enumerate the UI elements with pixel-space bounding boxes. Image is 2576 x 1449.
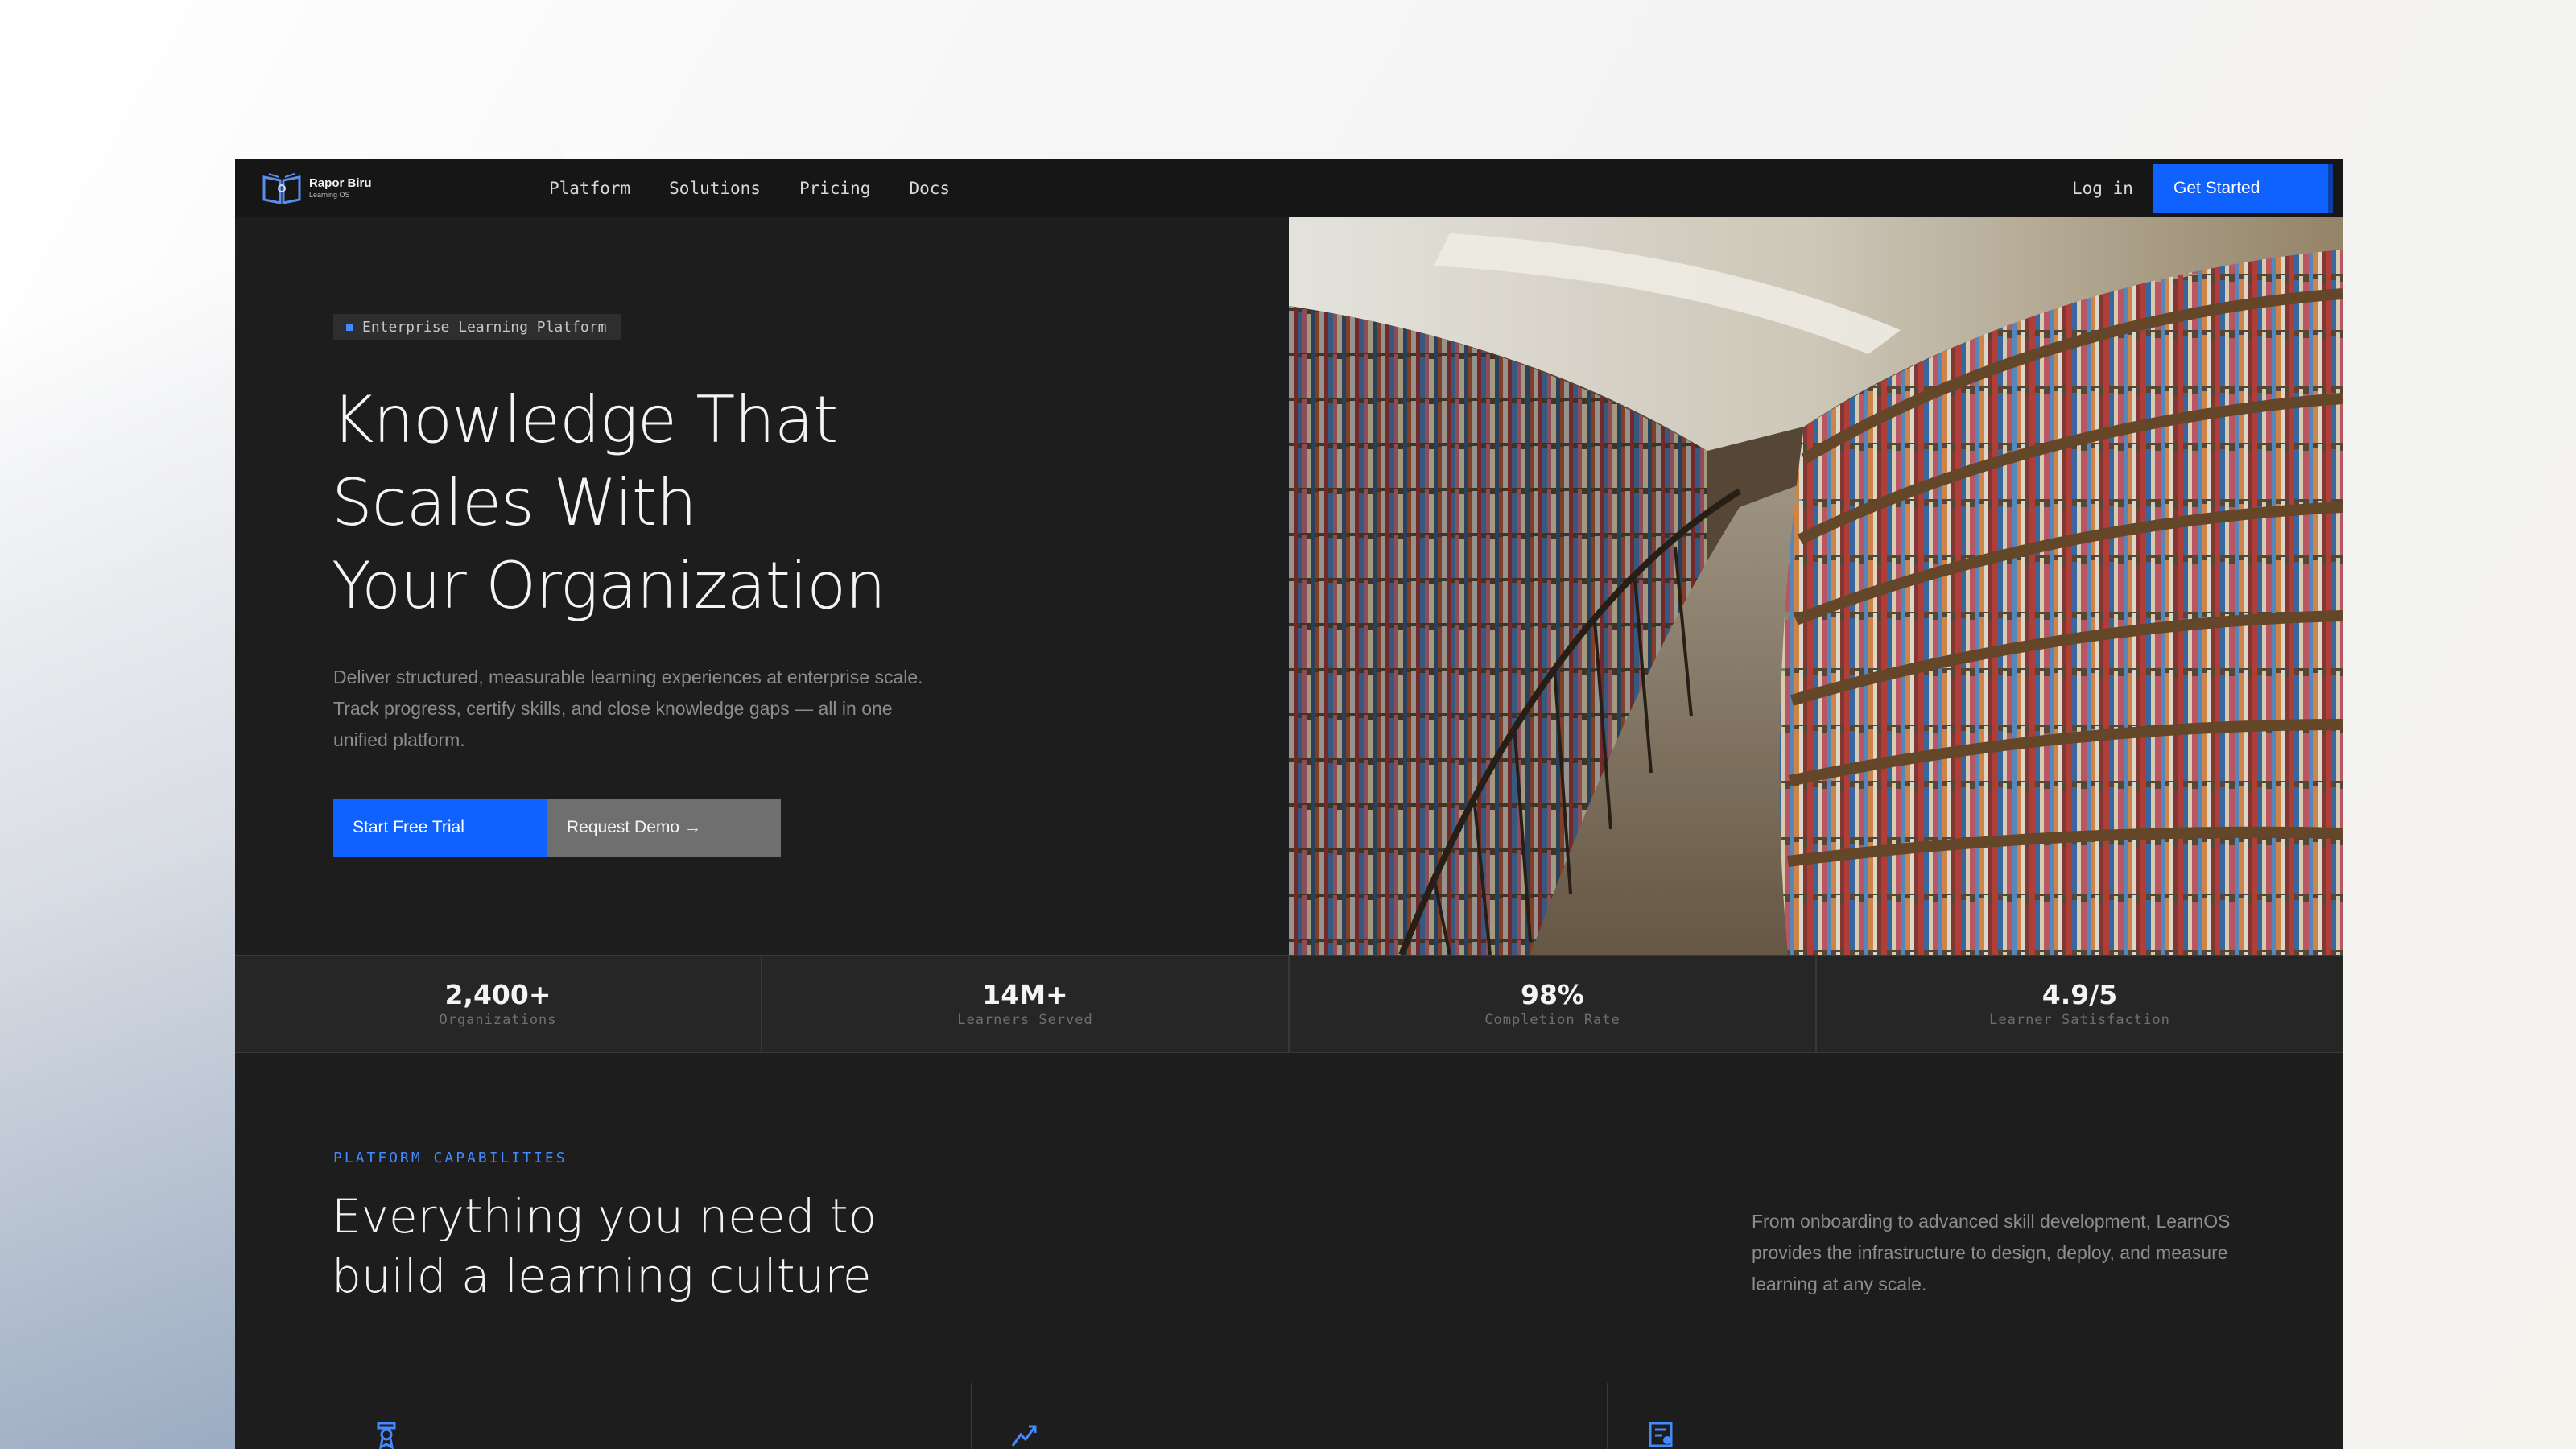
hero-headline-line-1: Knowledge That [332,382,838,457]
nav-links: Platform Solutions Pricing Docs [549,159,989,217]
login-link[interactable]: Log in [2072,159,2133,217]
nav-link-docs[interactable]: Docs [909,179,950,198]
nav-link-platform[interactable]: Platform [549,179,630,198]
get-started-button[interactable]: Get Started [2153,164,2333,213]
stat-label: Learner Satisfaction [1989,1012,2170,1028]
stat-value: 98% [1521,979,1584,1010]
stat-learner-satisfaction: 4.9/5 Learner Satisfaction [1817,956,2343,1052]
stat-organizations: 2,400+ Organizations [235,956,762,1052]
stat-value: 4.9/5 [2041,979,2118,1010]
feature-divider [971,1383,972,1449]
start-free-trial-button[interactable]: Start Free Trial [333,799,547,857]
stat-completion-rate: 98% Completion Rate [1290,956,1817,1052]
stat-label: Organizations [439,1012,557,1028]
hero-headline-line-3: Your Organization [332,548,886,623]
hero-eyebrow-badge: Enterprise Learning Platform [333,314,621,340]
stat-label: Learners Served [957,1012,1093,1028]
hero-headline-line-2: Scales With [332,465,697,540]
brand-logo[interactable]: Rapor Biru Learning OS [261,171,372,206]
hero-headline: Knowledge That Scales With Your Organiza… [332,378,1217,627]
stat-value: 2,400+ [444,979,551,1010]
brand-name: Rapor Biru [309,176,372,190]
open-book-icon [262,173,301,204]
capabilities-title-line-2: build a learning culture [332,1249,872,1303]
hero-description: Deliver structured, measurable learning … [333,667,923,750]
trend-chart-icon [1011,1425,1037,1447]
capabilities-eyebrow: PLATFORM CAPABILITIES [333,1150,568,1166]
stat-value: 14M+ [982,979,1068,1010]
brand-tagline: Learning OS [309,191,350,199]
capabilities-title: Everything you need to build a learning … [332,1187,1056,1306]
nav-link-solutions[interactable]: Solutions [669,179,761,198]
square-bullet-icon [346,324,353,331]
feature-divider [1607,1383,1608,1449]
request-demo-button[interactable]: Request Demo → [547,799,781,857]
top-navigation: Rapor Biru Learning OS Platform Solution… [235,159,2343,217]
hero-illustration [1289,217,2343,955]
nav-link-pricing[interactable]: Pricing [799,179,871,198]
capabilities-description: From onboarding to advanced skill develo… [1752,1211,2231,1294]
certificate-icon [377,1422,396,1449]
hero-eyebrow-text: Enterprise Learning Platform [362,318,607,336]
stat-label: Completion Rate [1484,1012,1620,1028]
report-icon [1649,1422,1673,1447]
stats-bar: 2,400+ Organizations 14M+ Learners Serve… [235,955,2343,1053]
stat-learners-served: 14M+ Learners Served [762,956,1290,1052]
browser-page: Rapor Biru Learning OS Platform Solution… [235,159,2343,1449]
capabilities-title-line-1: Everything you need to [332,1189,877,1244]
library-bookshelves-photo [1289,217,2343,955]
hero-section: Enterprise Learning Platform Knowledge T… [235,217,1289,955]
